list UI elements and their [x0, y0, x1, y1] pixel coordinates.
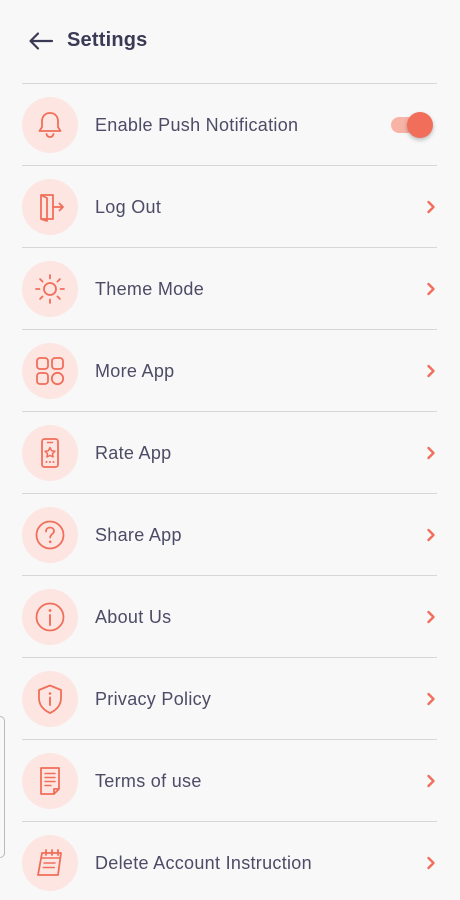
chevron-right-icon [425, 855, 437, 871]
arrow-left-icon [29, 32, 54, 50]
logout-door-icon [22, 179, 78, 235]
calendar-edit-icon [22, 835, 78, 891]
settings-item-terms-of-use[interactable]: Terms of use [22, 740, 437, 822]
shield-info-icon [22, 671, 78, 727]
chevron-right-icon [425, 527, 437, 543]
push-notification-toggle[interactable] [389, 112, 433, 138]
settings-screen: Settings Enable Push Notification Log Ou… [0, 0, 460, 900]
chevron-right-icon [425, 445, 437, 461]
back-button[interactable] [26, 28, 56, 54]
settings-item-label: Privacy Policy [95, 689, 212, 709]
settings-item-theme-mode[interactable]: Theme Mode [22, 248, 437, 330]
sun-icon [22, 261, 78, 317]
settings-item-log-out[interactable]: Log Out [22, 166, 437, 248]
settings-item-privacy-policy[interactable]: Privacy Policy [22, 658, 437, 740]
chevron-right-icon [425, 199, 437, 215]
chevron-right-icon [425, 281, 437, 297]
settings-item-label: Rate App [95, 443, 172, 463]
settings-item-label: More App [95, 361, 175, 381]
chevron-right-icon [425, 609, 437, 625]
chevron-right-icon [425, 691, 437, 707]
page-title: Settings [67, 29, 148, 51]
bell-icon [22, 97, 78, 153]
settings-item-share-app[interactable]: Share App [22, 494, 437, 576]
apps-grid-icon [22, 343, 78, 399]
settings-item-label: Terms of use [95, 771, 202, 791]
settings-item-delete-account[interactable]: Delete Account Instruction [22, 822, 437, 900]
chevron-right-icon [425, 363, 437, 379]
settings-item-label: Delete Account Instruction [95, 853, 312, 873]
settings-item-label: Log Out [95, 197, 162, 217]
settings-item-label: Theme Mode [95, 279, 205, 299]
document-icon [22, 753, 78, 809]
question-circle-icon [22, 507, 78, 563]
settings-item-label: Enable Push Notification [95, 115, 299, 135]
settings-item-label: About Us [95, 607, 172, 627]
phone-star-icon [22, 425, 78, 481]
chevron-right-icon [425, 773, 437, 789]
settings-item-about-us[interactable]: About Us [22, 576, 437, 658]
info-circle-icon [22, 589, 78, 645]
settings-item-more-app[interactable]: More App [22, 330, 437, 412]
settings-item-push-notification[interactable]: Enable Push Notification [22, 84, 437, 166]
header: Settings [0, 0, 460, 84]
settings-item-label: Share App [95, 525, 182, 545]
toggle-knob [407, 112, 433, 138]
side-edge-handle [0, 716, 5, 858]
settings-item-rate-app[interactable]: Rate App [22, 412, 437, 494]
settings-list: Enable Push Notification Log Out Theme M… [0, 84, 460, 900]
